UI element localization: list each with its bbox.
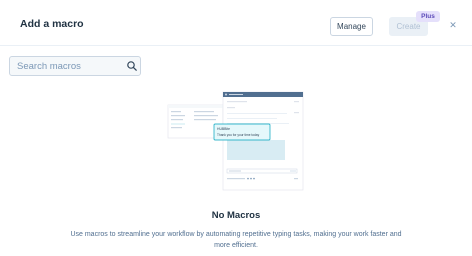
popup-text: Thank you for your time today — [217, 133, 260, 137]
close-icon[interactable]: ✕ — [448, 20, 458, 30]
plus-badge: Plus — [416, 11, 440, 22]
search-icon[interactable] — [126, 60, 138, 72]
macro-illustration: HUBBite Thank you for your time today — [167, 91, 304, 191]
search-input[interactable] — [10, 57, 122, 75]
empty-state-title: No Macros — [211, 210, 261, 221]
search-box — [9, 56, 141, 76]
modal-title: Add a macro — [20, 18, 84, 30]
manage-button[interactable]: Manage — [330, 17, 373, 36]
empty-state-description: Use macros to streamline your workflow b… — [70, 231, 402, 249]
popup-title: HUBBite — [217, 127, 230, 131]
modal-header: Add a macro Manage Create Plus ✕ — [0, 0, 472, 46]
